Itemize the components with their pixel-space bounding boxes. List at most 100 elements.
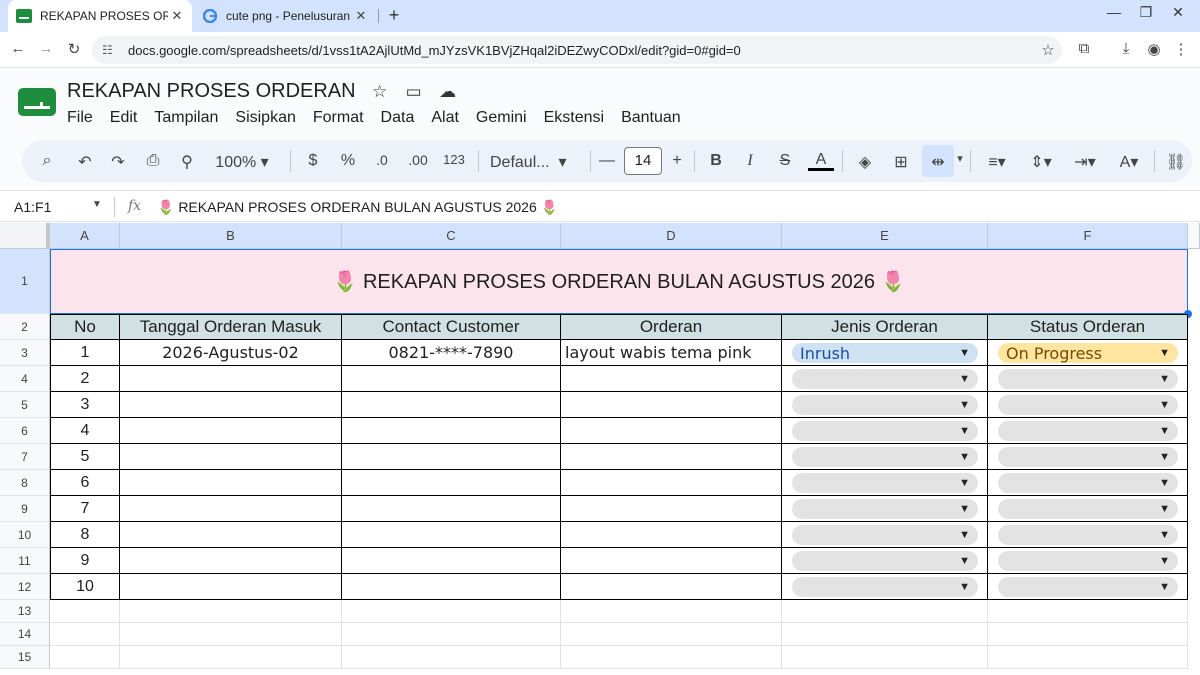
empty-cell[interactable] [50, 623, 120, 646]
status-cell[interactable]: ▼ [988, 548, 1188, 574]
empty-cell[interactable] [50, 646, 120, 669]
chevron-down-icon[interactable]: ▼ [959, 581, 970, 593]
undo-icon[interactable]: ↶ [74, 152, 96, 172]
orderan-cell[interactable] [561, 418, 782, 444]
chevron-down-icon[interactable]: ▼ [959, 373, 970, 385]
row-header[interactable]: 13 [0, 600, 50, 623]
tanggal-cell[interactable] [120, 418, 342, 444]
contact-cell[interactable]: 0821-****-7890 [342, 340, 561, 366]
fill-color-icon[interactable]: ◈ [854, 152, 876, 172]
orderan-cell[interactable] [561, 470, 782, 496]
more-formats-button[interactable]: 123 [440, 152, 468, 167]
print-icon[interactable]: ⎙ [142, 152, 164, 170]
contact-cell[interactable] [342, 444, 561, 470]
orderan-cell[interactable] [561, 522, 782, 548]
no-cell[interactable]: 9 [50, 548, 120, 574]
status-orderan-dropdown[interactable]: ▼ [998, 473, 1178, 493]
jenis-orderan-dropdown[interactable]: ▼ [792, 499, 978, 519]
jenis-cell[interactable]: ▼ [782, 574, 988, 600]
name-box-dropdown-icon[interactable]: ▼ [92, 199, 102, 210]
status-cell[interactable]: On Progress ▼ [988, 340, 1188, 366]
tanggal-cell[interactable] [120, 470, 342, 496]
close-tab-icon[interactable]: ✕ [168, 8, 186, 24]
status-orderan-dropdown[interactable]: ▼ [998, 551, 1178, 571]
menu-data[interactable]: Data [381, 109, 415, 127]
tanggal-cell[interactable]: 2026-Agustus-02 [120, 340, 342, 366]
status-orderan-dropdown[interactable]: ▼ [998, 525, 1178, 545]
more-menu-icon[interactable]: ⋮ [1170, 40, 1192, 58]
paint-format-icon[interactable]: ⚲ [176, 152, 198, 172]
horizontal-align-icon[interactable]: ≡▾ [980, 152, 1014, 172]
profile-icon[interactable]: ◉ [1143, 40, 1165, 58]
sheets-logo-icon[interactable] [18, 88, 56, 116]
menu-file[interactable]: File [67, 109, 93, 127]
jenis-orderan-dropdown[interactable]: ▼ [792, 525, 978, 545]
contact-cell[interactable] [342, 470, 561, 496]
empty-cell[interactable] [120, 600, 342, 623]
contact-cell[interactable] [342, 574, 561, 600]
no-cell[interactable]: 7 [50, 496, 120, 522]
no-cell[interactable]: 5 [50, 444, 120, 470]
no-cell[interactable]: 4 [50, 418, 120, 444]
status-orderan-dropdown[interactable]: ▼ [998, 447, 1178, 467]
formula-input[interactable]: 🌷 REKAPAN PROSES ORDERAN BULAN AGUSTUS 2… [157, 199, 558, 216]
empty-cell[interactable] [120, 623, 342, 646]
header-cell-tanggal[interactable]: Tanggal Orderan Masuk [120, 314, 342, 340]
jenis-orderan-dropdown[interactable]: ▼ [792, 395, 978, 415]
close-window-icon[interactable]: ✕ [1164, 4, 1192, 21]
reload-icon[interactable]: ↻ [64, 40, 84, 58]
download-icon[interactable]: ⤓ [1115, 40, 1137, 57]
vertical-align-icon[interactable]: ⇕▾ [1024, 152, 1058, 172]
chevron-down-icon[interactable]: ▼ [1159, 347, 1170, 359]
status-cell[interactable]: ▼ [988, 392, 1188, 418]
chevron-down-icon[interactable]: ▼ [1159, 477, 1170, 489]
merge-dropdown-icon[interactable]: ▾ [954, 152, 966, 165]
move-folder-icon[interactable]: ▭ [404, 82, 424, 102]
empty-cell[interactable] [342, 623, 561, 646]
row-header[interactable]: 9 [0, 496, 50, 522]
menu-gemini[interactable]: Gemini [476, 109, 527, 127]
chevron-down-icon[interactable]: ▼ [959, 555, 970, 567]
bookmark-star-icon[interactable]: ☆ [1034, 41, 1062, 59]
column-header-c[interactable]: C [342, 223, 561, 249]
italic-button[interactable]: I [740, 152, 760, 170]
contact-cell[interactable] [342, 522, 561, 548]
menu-insert[interactable]: Sisipkan [235, 109, 295, 127]
column-header-f[interactable]: F [988, 223, 1188, 249]
empty-cell[interactable] [561, 646, 782, 669]
jenis-cell[interactable]: ▼ [782, 444, 988, 470]
currency-format-button[interactable]: $ [304, 152, 322, 170]
chevron-down-icon[interactable]: ▼ [1159, 373, 1170, 385]
text-color-button[interactable]: A [808, 152, 834, 171]
status-orderan-dropdown[interactable]: ▼ [998, 499, 1178, 519]
column-header-e[interactable]: E [782, 223, 988, 249]
jenis-orderan-dropdown[interactable]: ▼ [792, 473, 978, 493]
orderan-cell[interactable] [561, 496, 782, 522]
status-cell[interactable]: ▼ [988, 418, 1188, 444]
contact-cell[interactable] [342, 548, 561, 574]
row-header[interactable]: 10 [0, 522, 50, 548]
header-cell-no[interactable]: No [50, 314, 120, 340]
no-cell[interactable]: 6 [50, 470, 120, 496]
jenis-orderan-dropdown[interactable]: ▼ [792, 577, 978, 597]
header-cell-orderan[interactable]: Orderan [561, 314, 782, 340]
empty-cell[interactable] [50, 600, 120, 623]
chevron-down-icon[interactable]: ▼ [1159, 555, 1170, 567]
no-cell[interactable]: 3 [50, 392, 120, 418]
jenis-orderan-dropdown[interactable]: Inrush ▼ [792, 343, 978, 363]
row-header[interactable]: 11 [0, 548, 50, 574]
header-cell-status[interactable]: Status Orderan [988, 314, 1188, 340]
jenis-cell[interactable]: ▼ [782, 366, 988, 392]
menu-format[interactable]: Format [313, 109, 364, 127]
menu-help[interactable]: Bantuan [621, 109, 681, 127]
tanggal-cell[interactable] [120, 496, 342, 522]
text-wrap-icon[interactable]: ⇥▾ [1068, 152, 1102, 172]
decrease-decimal-button[interactable]: .0 [370, 152, 394, 168]
status-orderan-dropdown[interactable]: ▼ [998, 421, 1178, 441]
zoom-select[interactable]: 100% ▾ [212, 152, 272, 172]
row-header[interactable]: 7 [0, 444, 50, 470]
column-header-d[interactable]: D [561, 223, 782, 249]
forward-icon[interactable]: → [36, 40, 56, 57]
no-cell[interactable]: 8 [50, 522, 120, 548]
header-cell-jenis[interactable]: Jenis Orderan [782, 314, 988, 340]
